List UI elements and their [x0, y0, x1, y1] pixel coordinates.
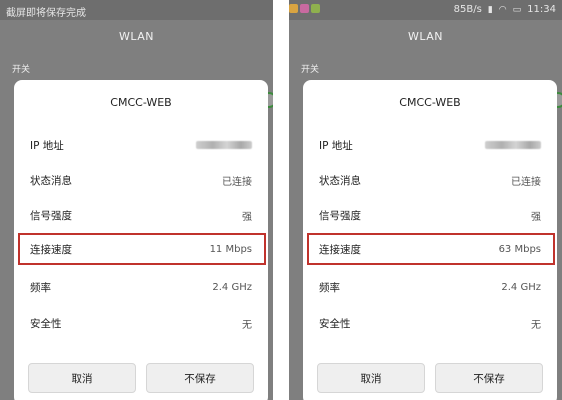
row-value: 11 Mbps	[209, 243, 252, 255]
signal-icon: ▮	[487, 4, 493, 15]
row-value: 已连接	[511, 176, 541, 188]
row-value: 已连接	[222, 176, 252, 188]
no-save-button[interactable]: 不保存	[146, 363, 254, 393]
page-title: WLAN	[407, 30, 443, 43]
page-title: WLAN	[118, 30, 154, 43]
dialog-title: CMCC-WEB	[399, 96, 461, 109]
ip-address-blurred	[196, 141, 252, 149]
status-right-group: 85B/s ▮ ◠ ▭ 11:34	[454, 4, 556, 15]
phone-screen-right: 85B/s ▮ ◠ ▭ 11:34 WLAN 开关 ▣ ▣ ▣ ▣ ▣ ▣ CM…	[289, 0, 562, 400]
row-link-speed: 连接速度 63 Mbps	[303, 235, 557, 263]
row-label: 状态消息	[319, 174, 361, 187]
app-notification-icon	[311, 4, 320, 13]
row-value: 无	[242, 319, 252, 331]
no-save-button[interactable]: 不保存	[435, 363, 543, 393]
row-label: 频率	[30, 281, 51, 294]
row-label: 信号强度	[319, 209, 361, 222]
row-status: 状态消息 已连接	[14, 166, 268, 194]
battery-icon: ▭	[512, 4, 522, 15]
row-value: 2.4 GHz	[212, 281, 252, 293]
network-details-dialog: CMCC-WEB IP 地址 状态消息 已连接 信号强度 强 连接速度 11 M…	[14, 80, 268, 400]
status-bar: 85B/s ▮ ◠ ▭ 11:34	[289, 0, 562, 20]
row-security: 安全性 无	[303, 309, 557, 337]
notification-icons	[289, 4, 320, 13]
row-label: 连接速度	[30, 243, 72, 256]
row-label: 频率	[319, 281, 340, 294]
app-notification-icon	[289, 4, 298, 13]
cancel-button[interactable]: 取消	[28, 363, 136, 393]
row-label: 状态消息	[30, 174, 72, 187]
row-status: 状态消息 已连接	[303, 166, 557, 194]
section-label-switch: 开关	[301, 65, 320, 75]
status-bar: 截屏即将保存完成	[0, 0, 273, 20]
row-signal-strength: 信号强度 强	[14, 201, 268, 229]
wifi-icon: ◠	[498, 4, 507, 15]
phone-screen-left: 截屏即将保存完成 WLAN 开关 CMCC-WEB IP 地址 状态消息 已连接…	[0, 0, 273, 400]
row-ip-address: IP 地址	[303, 131, 557, 159]
row-label: 连接速度	[319, 243, 361, 256]
dialog-title: CMCC-WEB	[110, 96, 172, 109]
section-label-switch: 开关	[12, 65, 31, 75]
row-frequency: 频率 2.4 GHz	[14, 273, 268, 301]
row-label: IP 地址	[30, 139, 64, 152]
row-value: 强	[531, 211, 541, 223]
screenshot-notice: 截屏即将保存完成	[6, 8, 86, 19]
row-value: 63 Mbps	[498, 243, 541, 255]
row-label: 信号强度	[30, 209, 72, 222]
row-label: IP 地址	[319, 139, 353, 152]
row-value: 强	[242, 211, 252, 223]
row-label: 安全性	[30, 317, 62, 330]
row-label: 安全性	[319, 317, 351, 330]
network-speed: 85B/s	[453, 4, 482, 15]
clock: 11:34	[527, 4, 556, 15]
row-security: 安全性 无	[14, 309, 268, 337]
cancel-button[interactable]: 取消	[317, 363, 425, 393]
row-value: 无	[531, 319, 541, 331]
row-value: 2.4 GHz	[501, 281, 541, 293]
row-link-speed: 连接速度 11 Mbps	[14, 235, 268, 263]
app-notification-icon	[300, 4, 309, 13]
row-ip-address: IP 地址	[14, 131, 268, 159]
ip-address-blurred	[485, 141, 541, 149]
row-frequency: 频率 2.4 GHz	[303, 273, 557, 301]
network-details-dialog: CMCC-WEB IP 地址 状态消息 已连接 信号强度 强 连接速度 63 M…	[303, 80, 557, 400]
row-signal-strength: 信号强度 强	[303, 201, 557, 229]
